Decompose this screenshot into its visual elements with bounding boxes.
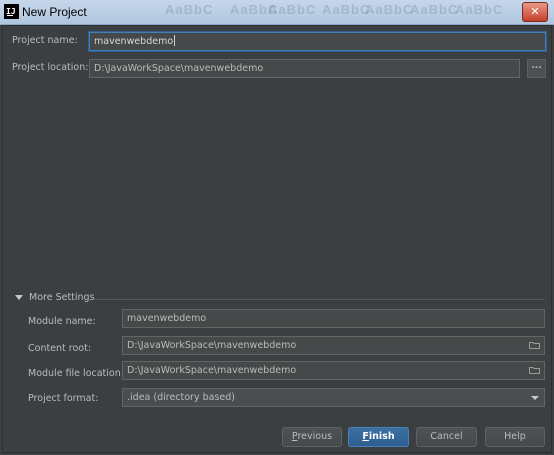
content-root-label: Content root:	[28, 343, 92, 354]
ellipsis-icon: ...	[531, 61, 542, 71]
module-file-location-value: D:\JavaWorkSpace\mavenwebdemo	[127, 365, 297, 376]
folder-icon[interactable]	[529, 341, 540, 349]
project-format-value: .idea (directory based)	[127, 392, 235, 403]
finish-button[interactable]: Finish	[348, 427, 409, 447]
module-file-location-input[interactable]: D:\JavaWorkSpace\mavenwebdemo	[122, 361, 545, 380]
window-title: New Project	[22, 5, 87, 19]
project-location-input[interactable]: D:\JavaWorkSpace\mavenwebdemo	[89, 59, 520, 78]
triangle-down-icon	[15, 295, 23, 300]
new-project-dialog: IJ New Project AaBbC AaBbC AaBbC AaBbC A…	[0, 0, 554, 455]
content-root-input[interactable]: D:\JavaWorkSpace\mavenwebdemo	[122, 336, 545, 355]
close-button[interactable]: ✕	[522, 2, 548, 22]
module-file-location-label: Module file location:	[28, 368, 124, 379]
previous-label: revious	[297, 431, 333, 442]
module-name-input[interactable]: mavenwebdemo	[122, 309, 545, 328]
previous-button[interactable]: Previous	[282, 427, 342, 447]
intellij-icon: IJ	[4, 4, 19, 19]
project-name-label: Project name:	[12, 35, 78, 46]
project-location-label: Project location:	[12, 62, 89, 73]
chevron-down-icon	[531, 396, 539, 400]
project-location-value: D:\JavaWorkSpace\mavenwebdemo	[94, 63, 264, 74]
project-name-value: mavenwebdemo	[94, 36, 174, 47]
close-icon: ✕	[530, 5, 540, 18]
background-window-ghost: AaBbC	[165, 2, 214, 17]
background-window-ghost: AaBbC	[410, 2, 459, 17]
more-settings-label: More Settings	[29, 292, 95, 303]
help-button[interactable]: Help	[485, 427, 545, 447]
project-format-select[interactable]: .idea (directory based)	[122, 388, 545, 407]
module-name-label: Module name:	[28, 316, 96, 327]
text-caret	[174, 35, 176, 46]
project-name-input[interactable]: mavenwebdemo	[89, 32, 546, 51]
browse-location-button[interactable]: ...	[527, 59, 546, 78]
dialog-content: Project name: mavenwebdemo Project locat…	[2, 25, 552, 453]
project-format-label: Project format:	[28, 393, 99, 404]
content-root-value: D:\JavaWorkSpace\mavenwebdemo	[127, 340, 297, 351]
cancel-button[interactable]: Cancel	[416, 427, 477, 447]
module-name-value: mavenwebdemo	[127, 313, 207, 324]
background-window-ghost: AaBbC	[322, 2, 371, 17]
finish-label: inish	[368, 431, 395, 442]
background-window-ghost: AaBbC	[268, 2, 317, 17]
background-window-ghost: AaBbC	[365, 2, 414, 17]
background-window-ghost: AaBbC	[455, 2, 504, 17]
section-divider	[93, 299, 545, 300]
folder-icon[interactable]	[529, 366, 540, 374]
title-bar[interactable]: IJ New Project AaBbC AaBbC AaBbC AaBbC A…	[0, 0, 554, 25]
